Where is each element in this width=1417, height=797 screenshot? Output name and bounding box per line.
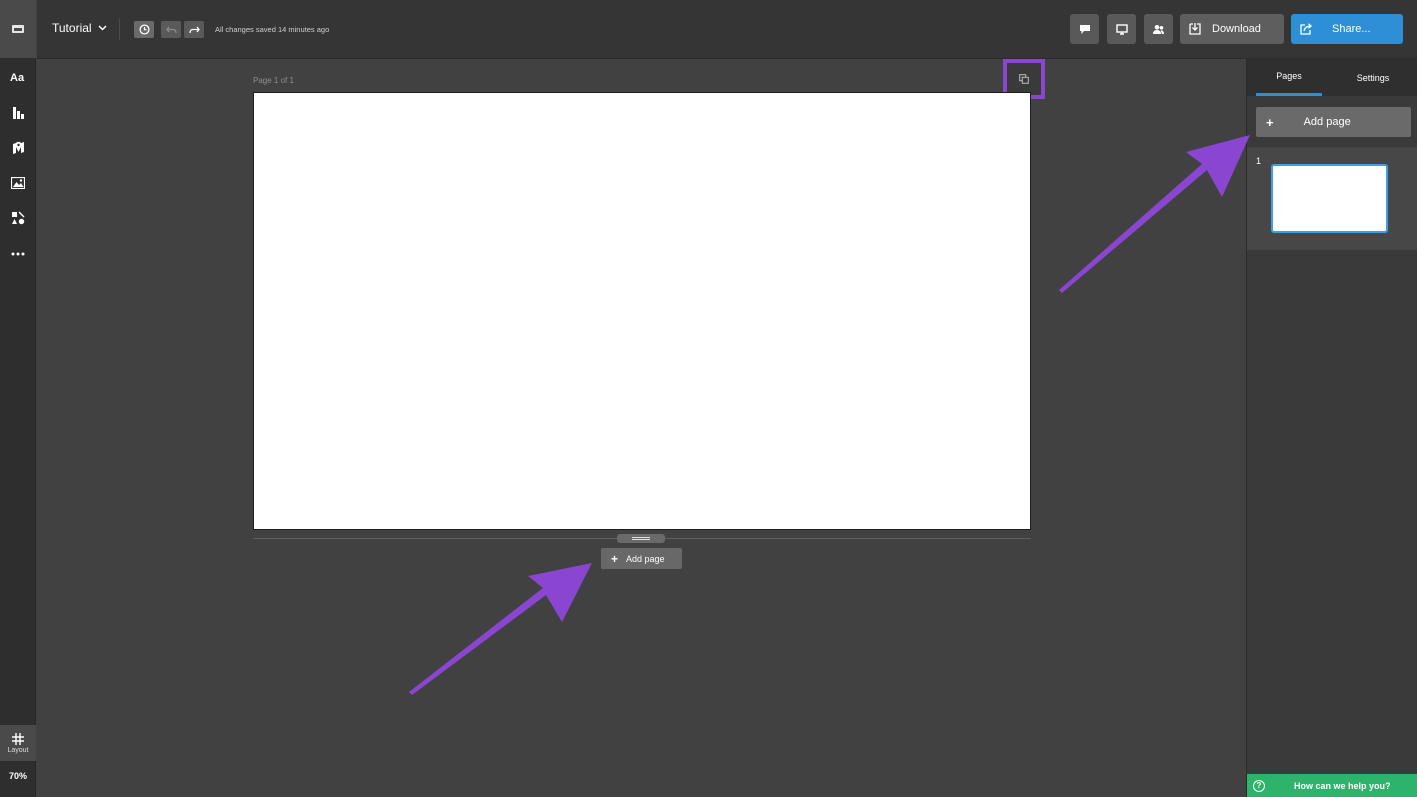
shapes-tool-button[interactable] <box>0 203 36 233</box>
users-icon <box>1153 24 1164 34</box>
top-toolbar: Tutorial All changes saved 14 minutes ag… <box>37 0 1417 59</box>
grid-icon <box>12 732 24 745</box>
history-button[interactable] <box>134 21 154 38</box>
help-icon: ? <box>1253 779 1265 792</box>
text-icon: Aa <box>10 72 25 83</box>
duplicate-icon <box>1019 74 1029 84</box>
image-tool-button[interactable] <box>0 168 36 198</box>
map-pin-icon <box>12 141 24 154</box>
page-number: 1 <box>1256 156 1262 166</box>
redo-button[interactable] <box>184 21 204 38</box>
page-thumbnail-list: 1 <box>1247 147 1417 250</box>
page-resize-handle[interactable] <box>617 534 665 543</box>
download-label: Download <box>1212 23 1261 35</box>
help-widget[interactable]: ? How can we help you? <box>1247 774 1417 797</box>
app-root: Aa Layout 70% Tutorial All changes saved… <box>0 0 1417 797</box>
redo-icon <box>188 26 200 33</box>
share-label: Share... <box>1332 23 1371 35</box>
comment-icon <box>1079 24 1090 34</box>
undo-icon <box>165 26 177 33</box>
present-button[interactable] <box>1107 14 1136 44</box>
clock-icon <box>138 24 150 35</box>
map-tool-button[interactable] <box>0 132 36 162</box>
share-icon <box>1300 23 1312 35</box>
tab-pages[interactable]: Pages <box>1256 59 1322 96</box>
help-label: How can we help you? <box>1294 780 1391 791</box>
chart-icon <box>12 106 24 119</box>
layout-button[interactable]: Layout <box>0 725 36 761</box>
arrow-to-panel-add-page <box>1059 135 1250 293</box>
arrow-to-add-page <box>409 563 592 695</box>
image-icon <box>11 177 25 189</box>
save-status: All changes saved 14 minutes ago <box>215 25 330 34</box>
svg-text:Aa: Aa <box>10 72 25 83</box>
download-button[interactable]: Download <box>1180 14 1284 44</box>
layout-label: Layout <box>7 746 29 754</box>
page-thumbnail[interactable] <box>1271 164 1388 233</box>
zoom-level[interactable]: 70% <box>0 771 36 781</box>
right-panel: Pages Settings + Add page 1 <box>1246 59 1417 797</box>
collaborators-button[interactable] <box>1144 14 1173 44</box>
document-title-dropdown[interactable]: Tutorial <box>52 21 107 35</box>
undo-button[interactable] <box>161 21 181 38</box>
download-icon <box>1189 23 1201 35</box>
canvas-page[interactable] <box>253 92 1031 530</box>
more-icon <box>11 252 25 256</box>
chevron-down-icon <box>98 25 107 31</box>
more-tool-button[interactable] <box>0 239 36 269</box>
plus-icon: + <box>1266 114 1274 130</box>
share-button[interactable]: Share... <box>1291 14 1403 44</box>
panel-add-page-label: Add page <box>1303 116 1351 128</box>
home-button[interactable] <box>0 0 36 58</box>
toolbar-divider <box>119 18 120 40</box>
panel-add-page-button[interactable]: + Add page <box>1256 107 1411 137</box>
tab-settings[interactable]: Settings <box>1339 59 1407 96</box>
plus-icon: + <box>611 551 619 566</box>
add-page-button[interactable]: + Add page <box>601 548 682 569</box>
page-counter: Page 1 of 1 <box>253 76 294 85</box>
panel-tabs: Pages Settings <box>1247 59 1417 96</box>
text-tool-button[interactable]: Aa <box>0 62 36 92</box>
comments-button[interactable] <box>1070 14 1099 44</box>
chart-tool-button[interactable] <box>0 97 36 127</box>
left-toolbar: Aa Layout 70% <box>0 0 36 797</box>
monitor-icon <box>1115 23 1128 35</box>
add-page-label: Add page <box>626 553 665 564</box>
shapes-icon <box>12 211 25 225</box>
home-icon <box>12 25 24 33</box>
document-title: Tutorial <box>52 21 92 35</box>
